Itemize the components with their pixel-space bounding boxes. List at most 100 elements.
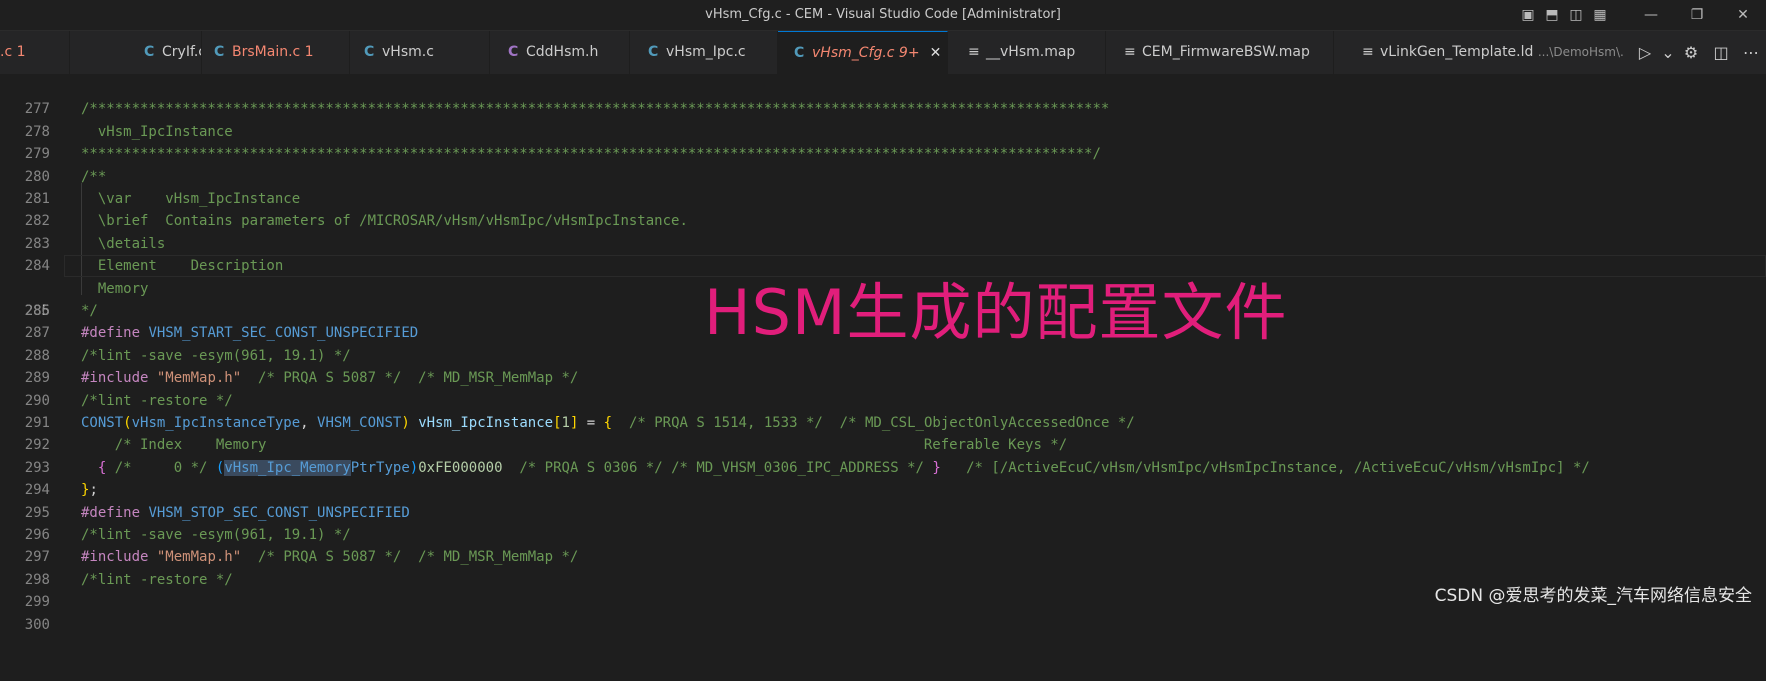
separator [1612,0,1628,30]
gear-icon[interactable]: ⚙ [1676,43,1706,62]
token-macro: VHSM_START_SEC_CONST_UNSPECIFIED [148,325,419,342]
token-directive: #include [81,549,149,566]
token-comment: /* PRQA S 0306 */ /* MD_VHSM_0306_IPC_AD… [502,459,924,476]
code-line[interactable]: 281 /** [0,166,1766,207]
line-text: #include "MemMap.h" /* PRQA S 5087 */ /*… [81,367,578,389]
tab-cddhsm-h[interactable]: C CddHsm.h [490,31,630,74]
tab-label: vHsm.c [382,44,434,60]
minimize-icon[interactable]: — [1628,0,1674,30]
tab-label: CddHsm.h [526,44,599,60]
line-text: CONST(vHsm_IpcInstanceType, VHSM_CONST) … [81,412,1135,434]
tab-vhsm-ipc-c[interactable]: CvHsm_Ipc.c [630,31,778,74]
token-string: "MemMap.h" [156,549,242,566]
split-editor-icon[interactable]: ◫ [1706,43,1736,62]
window-title: vHsm_Cfg.c - CEM - Visual Studio Code [A… [705,7,1061,22]
ld-file-icon: ≡ [1362,44,1374,60]
token-string: "MemMap.h" [156,370,242,387]
c-file-icon: C [794,45,805,61]
tab-actions: ▷ ⌄ ⚙ ◫ ⋯ [1624,31,1766,74]
tab-label: vHsm_Cfg.c 9+ [812,45,920,61]
layout-sidebar-right-icon[interactable]: ◫ [1564,0,1588,30]
token-macro: CONST [81,415,124,431]
code-line[interactable]: 297 /*lint -save -esym(961, 19.1) */ [0,524,1766,565]
line-text: \details [81,235,166,252]
code-line[interactable]: 280 ************************************… [0,143,1766,184]
line-text: #include "MemMap.h" /* PRQA S 5087 */ /*… [81,546,578,568]
line-text: /** [81,168,107,185]
title-bar: vHsm_Cfg.c - CEM - Visual Studio Code [A… [0,0,1766,31]
code-line[interactable]: 284 \details [0,233,1766,274]
tab-label: CEM_FirmwareBSW.map [1142,44,1310,60]
token-comment: /* PRQA S 1514, 1533 */ /* MD_CSL_Object… [612,415,1135,431]
line-text: */ [81,303,98,319]
token-identifier: vHsm_IpcInstance [418,415,554,431]
token-type-selected: vHsm_Ipc_Memory [224,459,351,476]
line-text: \brief Contains parameters of /MICROSAR/… [81,213,688,230]
more-actions-icon[interactable]: ⋯ [1736,43,1766,62]
tab-cem-firmwarebsw-map[interactable]: ≡ CEM_FirmwareBSW.map [1106,31,1334,74]
layout-sidebar-icon[interactable]: ▣ [1516,0,1540,30]
token-comment: /* [/ActiveEcuC/vHsm/vHsmIpc/vHsmIpcInst… [940,459,1590,476]
restore-icon[interactable]: ❐ [1674,0,1720,30]
tab-label: BrsMain.c 1 [232,44,314,60]
line-text: #define VHSM_STOP_SEC_CONST_UNSPECIFIED [81,502,410,524]
token-number: 0xFE000000 [418,459,503,476]
token-punct: , [300,415,318,431]
code-line[interactable]: 296 #define VHSM_STOP_SEC_CONST_UNSPECIF… [0,502,1766,543]
c-file-icon: C [364,44,375,60]
close-icon[interactable]: ✕ [1720,0,1766,30]
editor-tab-bar: .c 1 C CryIf.c C BrsMain.c 1 CvHsm.c C CddH… [0,31,1766,74]
line-text: #define VHSM_START_SEC_CONST_UNSPECIFIED [81,322,418,344]
run-icon[interactable]: ▷ [1630,43,1660,62]
tab-vhsm-map[interactable]: ≡ __vHsm.map [948,31,1106,74]
code-line[interactable]: 283 \brief Contains parameters of /MICRO… [0,210,1766,251]
token-directive: #include [81,370,149,387]
tab-label: vLinkGen_Template.ld [1380,44,1534,60]
line-text: /*lint -save -esym(961, 19.1) */ [81,527,351,543]
line-text: ****************************************… [81,146,1101,163]
tab-label: __vHsm.map [986,44,1076,60]
c-file-icon: C [144,44,155,60]
code-line[interactable]: 290 #include "MemMap.h" /* PRQA S 5087 *… [0,367,1766,408]
annotation-overlay-text: HSM生成的配置文件 [704,276,1288,349]
layout-panel-icon[interactable]: ⬒ [1540,0,1564,30]
line-text: /*lint -restore */ [81,571,233,588]
line-text: vHsm_IpcInstance [81,123,233,140]
tab-partial-c[interactable]: .c 1 [0,31,70,74]
code-line[interactable]: 282 \var vHsm_IpcInstance [0,188,1766,229]
token-directive: #define [81,325,141,342]
tab-label: CryIf.c [162,44,202,60]
token-punct: ; [89,482,98,499]
tab-cryif-c[interactable]: C CryIf.c [70,31,202,74]
code-line[interactable]: 293 /* Index Memory Referable Keys */ [0,434,1766,475]
tab-path-suffix: ...\DemoHsm\... [1537,45,1632,59]
close-icon[interactable]: ✕ [930,32,942,74]
line-text: }; [81,479,98,501]
chevron-down-icon[interactable]: ⌄ [1660,43,1676,62]
token-bracket: ) [401,415,410,431]
tab-label: vHsm_Ipc.c [666,44,746,60]
code-line[interactable]: 295 }; [0,479,1766,520]
code-line[interactable]: 277 [0,76,1766,117]
code-editor[interactable]: 277 278 /*******************************… [0,74,1766,633]
token-type: PtrType [350,459,410,476]
line-text: Memory [81,280,149,297]
code-line[interactable]: 294 { /* 0 */ (vHsm_Ipc_MemoryPtrType)0x… [0,457,1766,498]
token-bracket: } [932,459,941,476]
token-directive: #define [81,504,141,521]
line-text: { /* 0 */ (vHsm_Ipc_MemoryPtrType)0xFE00… [81,457,1590,479]
token-punct [81,460,98,476]
line-text: \var vHsm_IpcInstance [81,191,301,207]
tab-brsmain-c[interactable]: C BrsMain.c 1 [202,31,350,74]
code-line[interactable]: 298 #include "MemMap.h" /* PRQA S 5087 *… [0,546,1766,587]
tab-vhsm-c[interactable]: CvHsm.c [350,31,490,74]
code-line[interactable]: 279 vHsm_IpcInstance [0,121,1766,162]
code-line[interactable]: 278 /***********************************… [0,98,1766,139]
layout-custom-icon[interactable]: ▦ [1588,0,1612,30]
tab-vlinkgen-template-ld[interactable]: ≡ vLinkGen_Template.ld ...\DemoHsm\... [1334,31,1634,74]
line-text: /*lint -restore */ [81,392,233,409]
tab-vhsm-cfg-c[interactable]: CvHsm_Cfg.c 9+ ✕ [778,31,948,74]
token-bracket: ) [409,459,419,476]
code-line[interactable]: 291 /*lint -restore */ [0,390,1766,431]
code-line[interactable]: 292 CONST(vHsm_IpcInstanceType, VHSM_CON… [0,412,1766,453]
